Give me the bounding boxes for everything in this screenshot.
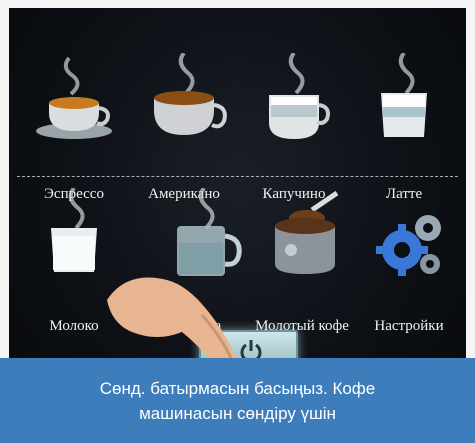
settings-gears-icon xyxy=(376,215,441,276)
settings-tile[interactable]: Настройки xyxy=(354,28,464,334)
photo-frame: Эспрессо Американо Капучино Латте Молоко… xyxy=(0,0,475,443)
milk-glass-icon xyxy=(51,188,97,272)
water-tile[interactable]: вода xyxy=(149,28,259,334)
caption-banner: Сөнд. батырмасын басыңыз. Кофе машинасын… xyxy=(0,358,475,443)
caption-line-2: машинасын сөндіру үшін xyxy=(139,403,336,423)
milk-tile[interactable]: Молоко xyxy=(19,28,129,334)
ground-coffee-icon xyxy=(275,190,339,274)
ground-coffee-tile[interactable]: Молотый кофе xyxy=(247,28,357,334)
settings-label: Настройки xyxy=(374,318,444,334)
caption-line-1: Сөнд. батырмасын басыңыз. Кофе xyxy=(99,378,376,398)
